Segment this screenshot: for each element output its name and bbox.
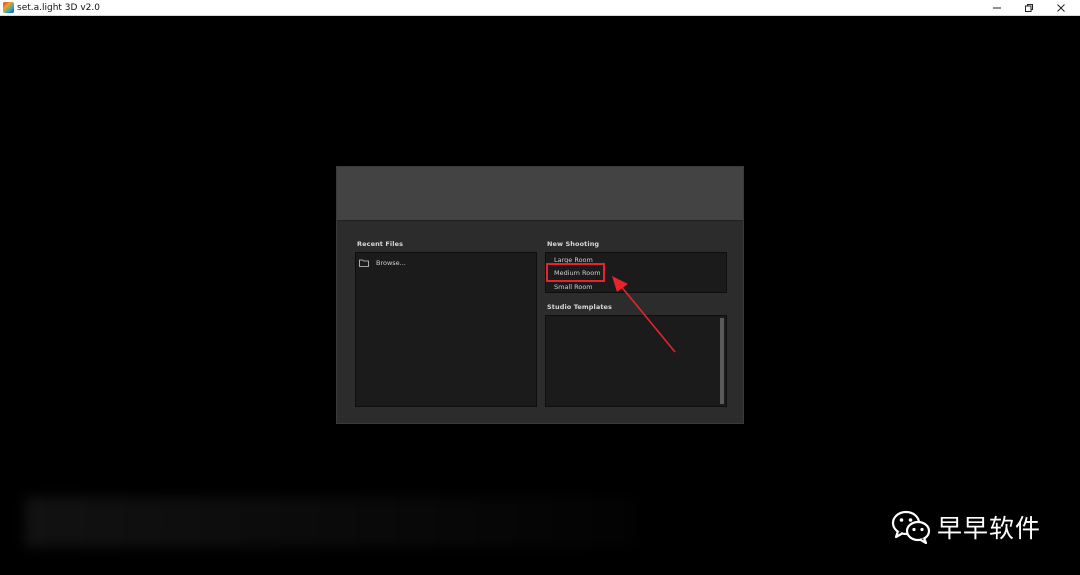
new-shooting-list: Large Room Medium Room Small Room xyxy=(545,252,727,293)
title-bar: set.a.light 3D v2.0 xyxy=(0,0,1080,16)
studio-templates-list[interactable] xyxy=(545,315,727,407)
watermark: 早早软件 xyxy=(891,507,1041,547)
watermark-text: 早早软件 xyxy=(937,514,1042,543)
restore-icon xyxy=(1025,4,1033,12)
window-title: set.a.light 3D v2.0 xyxy=(17,3,100,13)
dialog-header xyxy=(337,167,743,221)
app-icon xyxy=(3,2,14,13)
browse-label: Browse... xyxy=(376,259,406,267)
wechat-icon xyxy=(891,510,931,544)
restore-button[interactable] xyxy=(1012,0,1046,16)
close-button[interactable] xyxy=(1044,0,1078,16)
room-item-small[interactable]: Small Room xyxy=(554,283,593,291)
scrollbar[interactable] xyxy=(720,318,724,404)
studio-templates-label: Studio Templates xyxy=(547,303,613,311)
start-dialog: Recent Files Browse... New Shooting Larg… xyxy=(336,166,744,424)
minimize-icon xyxy=(993,7,1001,9)
room-item-large[interactable]: Large Room xyxy=(554,256,593,264)
browse-item[interactable]: Browse... xyxy=(359,258,406,268)
minimize-button[interactable] xyxy=(980,0,1014,16)
folder-icon xyxy=(359,259,369,267)
recent-files-label: Recent Files xyxy=(357,240,404,248)
new-shooting-label: New Shooting xyxy=(547,240,600,248)
close-icon xyxy=(1057,4,1065,12)
recent-files-list[interactable]: Browse... xyxy=(355,252,537,407)
room-item-medium[interactable]: Medium Room xyxy=(554,269,601,277)
faded-background-toolbar xyxy=(25,497,635,547)
